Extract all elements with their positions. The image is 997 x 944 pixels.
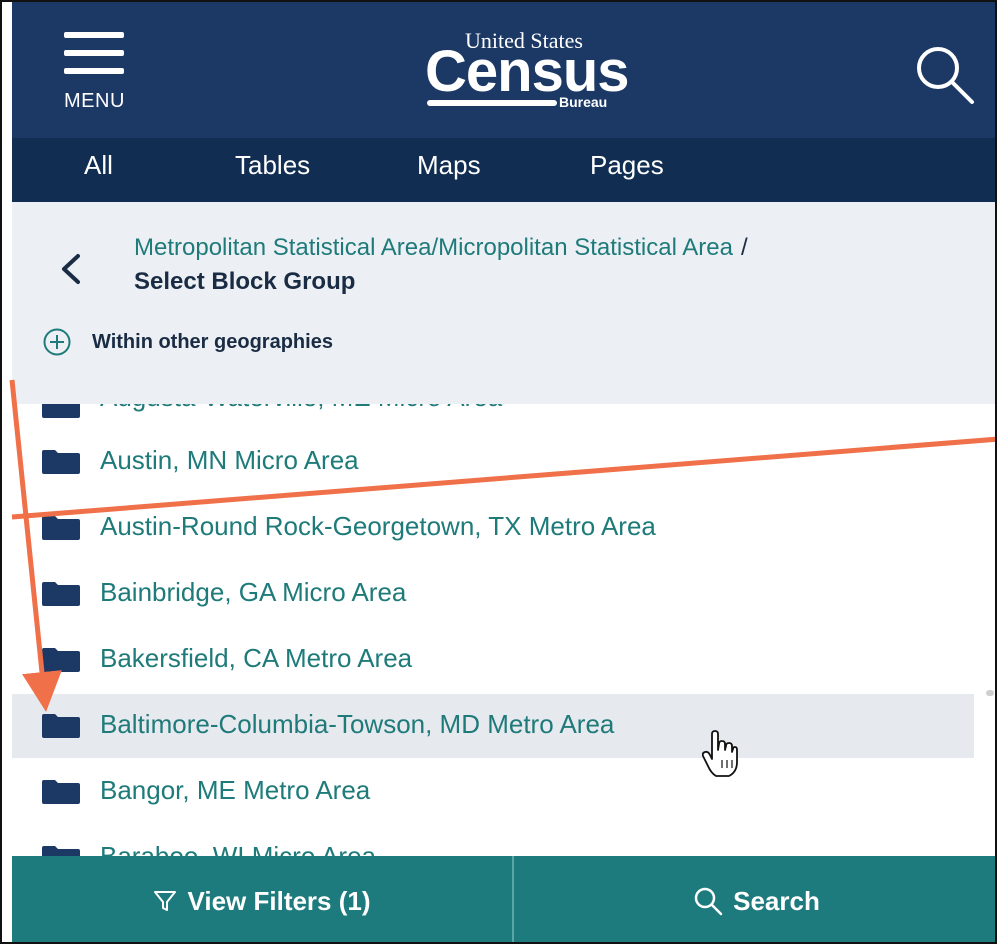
list-item-highlighted[interactable]: Baltimore-Columbia-Towson, MD Metro Area — [12, 694, 974, 758]
census-logo[interactable]: United States Census Bureau — [417, 26, 630, 116]
list-item-label: Bakersfield, CA Metro Area — [100, 643, 413, 673]
folder-icon — [42, 404, 80, 418]
breadcrumb-panel: Metropolitan Statistical Area/Micropolit… — [12, 202, 995, 404]
folder-icon — [42, 582, 80, 606]
geography-list: Augusta-Waterville, ME Micro Area Austin… — [12, 404, 995, 856]
within-other-geographies-label: Within other geographies — [92, 330, 333, 353]
folder-icon — [42, 846, 80, 856]
list-item[interactable]: Bainbridge, GA Micro Area — [12, 562, 974, 626]
hamburger-icon-bar — [64, 50, 124, 56]
search-icon — [694, 887, 723, 916]
breadcrumb-separator: / — [740, 234, 748, 261]
tab-tables[interactable]: Tables — [235, 150, 310, 181]
folder-icon — [42, 714, 80, 738]
breadcrumb-parent-link[interactable]: Metropolitan Statistical Area/Micropolit… — [134, 234, 748, 262]
breadcrumb-parent-label[interactable]: Metropolitan Statistical Area/Micropolit… — [134, 234, 733, 261]
bottom-action-bar: View Filters (1) Search — [12, 856, 995, 942]
menu-button[interactable]: MENU — [52, 28, 132, 118]
hand-cursor-icon — [702, 730, 738, 777]
list-item[interactable]: Bakersfield, CA Metro Area — [12, 628, 974, 692]
list-item-label: Bainbridge, GA Micro Area — [100, 577, 407, 607]
folder-icon — [42, 516, 80, 540]
search-button[interactable]: Search — [514, 856, 995, 942]
chevron-left-icon — [62, 254, 80, 284]
tab-pages[interactable]: Pages — [590, 150, 664, 181]
search-icon — [917, 47, 974, 104]
folder-icon — [42, 450, 80, 474]
folder-icon — [42, 648, 80, 672]
breadcrumb-current: Select Block Group — [134, 268, 356, 295]
list-item-label: Baltimore-Columbia-Towson, MD Metro Area — [100, 709, 615, 739]
view-filters-button[interactable]: View Filters (1) — [12, 856, 512, 942]
header-search-button[interactable] — [912, 42, 976, 106]
hamburger-icon-bar — [64, 68, 124, 74]
list-item[interactable]: Austin, MN Micro Area — [12, 430, 974, 494]
scrollbar-thumb[interactable] — [986, 690, 994, 696]
list-item[interactable]: Bangor, ME Metro Area — [12, 760, 974, 824]
logo-bureau: Bureau — [559, 94, 608, 110]
screenshot-frame: MENU United States Census Bureau All Tab… — [0, 0, 997, 944]
list-item[interactable]: Baraboo, WI Micro Area — [12, 826, 974, 856]
tab-all[interactable]: All — [84, 150, 113, 181]
list-item-label: Austin-Round Rock-Georgetown, TX Metro A… — [100, 511, 656, 541]
list-item-label: Baraboo, WI Micro Area — [100, 841, 376, 856]
site-header: MENU United States Census Bureau — [12, 2, 995, 138]
list-item[interactable]: Austin-Round Rock-Georgetown, TX Metro A… — [12, 496, 974, 560]
plus-circle-icon — [43, 328, 71, 356]
tab-maps[interactable]: Maps — [417, 150, 481, 181]
folder-icon — [42, 780, 80, 804]
list-item-label: Austin, MN Micro Area — [100, 445, 359, 475]
search-label: Search — [733, 885, 820, 916]
view-filters-label: View Filters (1) — [187, 885, 371, 916]
within-other-geographies-toggle[interactable]: Within other geographies — [42, 326, 333, 358]
filter-icon — [154, 891, 177, 911]
search-tabs: All Tables Maps Pages — [12, 138, 995, 202]
list-item-label: Augusta-Waterville, ME Micro Area — [100, 404, 502, 413]
logo-underline — [427, 100, 557, 106]
back-button[interactable] — [58, 252, 84, 286]
menu-label: MENU — [64, 90, 125, 112]
list-item-label: Bangor, ME Metro Area — [100, 775, 371, 805]
hamburger-icon — [64, 32, 124, 38]
